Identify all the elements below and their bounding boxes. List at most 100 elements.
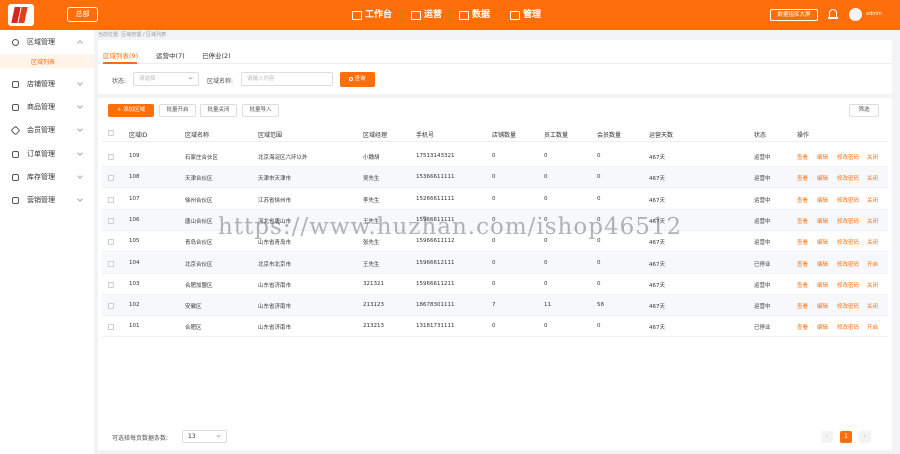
view-link[interactable]: 查看: [797, 281, 808, 289]
row-checkbox[interactable]: [108, 217, 114, 224]
edit-link[interactable]: 编辑: [817, 217, 828, 225]
change-password-link[interactable]: 修改密码: [837, 174, 859, 182]
cell-phone: 13181731111: [416, 323, 455, 330]
status-select[interactable]: 请选择: [133, 72, 199, 86]
chevron-down-icon: [77, 196, 83, 202]
toggle-status-link[interactable]: 关闭: [867, 238, 878, 246]
select-all-checkbox[interactable]: [108, 130, 114, 136]
toggle-status-link[interactable]: 关闭: [867, 217, 878, 225]
tab-all-regions[interactable]: 区域列表(9): [103, 50, 138, 60]
toggle-status-link[interactable]: 关闭: [867, 281, 878, 289]
cell-region-id: 104: [129, 259, 140, 266]
batch-close-button[interactable]: 批量关闭: [200, 104, 237, 117]
sidebar-item-marketing[interactable]: 营销管理: [0, 192, 94, 208]
chevron-down-icon: [77, 173, 83, 179]
change-password-link[interactable]: 修改密码: [837, 260, 859, 268]
col-staff-count[interactable]: 员工数量: [544, 130, 568, 139]
sidebar-item-goods[interactable]: 商品管理: [0, 99, 94, 115]
view-link[interactable]: 查看: [797, 302, 808, 310]
col-store-count[interactable]: 店铺数量: [492, 130, 516, 139]
row-checkbox[interactable]: [108, 260, 114, 267]
toggle-status-link[interactable]: 关闭: [867, 196, 878, 204]
edit-link[interactable]: 编辑: [817, 302, 828, 310]
change-password-link[interactable]: 修改密码: [837, 302, 859, 310]
filter-button[interactable]: 筛选: [849, 104, 879, 117]
row-checkbox[interactable]: [108, 303, 114, 310]
edit-link[interactable]: 编辑: [817, 153, 828, 161]
nav-data[interactable]: 数据: [459, 8, 490, 22]
toggle-status-link[interactable]: 关闭: [867, 153, 878, 161]
change-password-link[interactable]: 修改密码: [837, 323, 859, 331]
view-link[interactable]: 查看: [797, 260, 808, 268]
chevron-down-icon: [77, 80, 83, 86]
sidebar-item-store[interactable]: 店铺管理: [0, 76, 94, 92]
view-link[interactable]: 查看: [797, 153, 808, 161]
view-link[interactable]: 查看: [797, 217, 808, 225]
row-checkbox[interactable]: [108, 175, 114, 182]
col-operating-days[interactable]: 运营天数: [649, 130, 673, 139]
tab-closed[interactable]: 已停业(2): [202, 50, 231, 60]
cell-region-name: 安徽区: [185, 304, 202, 311]
change-password-link[interactable]: 修改密码: [837, 281, 859, 289]
batch-import-button[interactable]: 批量导入: [242, 104, 279, 117]
row-checkbox[interactable]: [108, 324, 114, 331]
toggle-status-link[interactable]: 关闭: [867, 174, 878, 182]
row-checkbox[interactable]: [108, 281, 114, 288]
edit-link[interactable]: 编辑: [817, 260, 828, 268]
view-link[interactable]: 查看: [797, 323, 808, 331]
sidebar-item-region[interactable]: 区域管理: [0, 34, 94, 50]
edit-link[interactable]: 编辑: [817, 281, 828, 289]
view-link[interactable]: 查看: [797, 196, 808, 204]
search-button[interactable]: 查询: [340, 72, 375, 87]
edit-link[interactable]: 编辑: [817, 196, 828, 204]
page-size-select[interactable]: 13: [182, 430, 227, 443]
col-region-id[interactable]: 区域ID: [129, 130, 147, 139]
nav-operations[interactable]: 运营: [411, 8, 442, 22]
page-1-button[interactable]: 1: [840, 431, 852, 443]
cell-store-count: 0: [492, 153, 496, 159]
row-checkbox[interactable]: [108, 154, 114, 160]
avatar[interactable]: [849, 8, 862, 21]
edit-link[interactable]: 编辑: [817, 174, 828, 182]
toggle-status-link[interactable]: 开启: [867, 323, 878, 331]
bell-icon[interactable]: [828, 9, 838, 20]
batch-open-button[interactable]: 批量开启: [159, 104, 196, 117]
chevron-down-icon: [216, 433, 221, 438]
data-screen-button[interactable]: 数据指挥大屏: [770, 9, 818, 21]
app-logo[interactable]: [8, 4, 34, 26]
sidebar-subitem-region-list[interactable]: 区域列表: [0, 54, 94, 68]
view-link[interactable]: 查看: [797, 238, 808, 246]
col-member-count[interactable]: 会员数量: [597, 130, 621, 139]
store-switch-button[interactable]: 总部: [67, 7, 98, 22]
cell-member-count: 0: [597, 259, 601, 266]
row-checkbox[interactable]: [108, 196, 114, 203]
nav-workbench[interactable]: 工作台: [352, 8, 392, 22]
change-password-link[interactable]: 修改密码: [837, 217, 859, 225]
col-region-scope: 区域范围: [258, 132, 283, 139]
view-link[interactable]: 查看: [797, 174, 808, 182]
cell-staff-count: 0: [544, 153, 548, 159]
username[interactable]: admin: [866, 11, 882, 17]
toggle-status-link[interactable]: 开启: [867, 260, 878, 268]
top-bar: 总部 工作台 运营 数据 管理 数据指挥大屏 admin: [0, 0, 900, 30]
add-region-button[interactable]: + 添加区域: [108, 104, 154, 117]
edit-link[interactable]: 编辑: [817, 238, 828, 246]
sidebar-item-member[interactable]: 会员管理: [0, 122, 94, 138]
change-password-link[interactable]: 修改密码: [837, 153, 859, 161]
region-name-input[interactable]: 请输入内容: [241, 72, 333, 86]
chevron-down-icon: [77, 150, 83, 156]
cell-status: 已停业: [754, 261, 771, 268]
sidebar-item-order[interactable]: 订单管理: [0, 146, 94, 162]
change-password-link[interactable]: 修改密码: [837, 196, 859, 204]
nav-management[interactable]: 管理: [510, 8, 541, 22]
edit-link[interactable]: 编辑: [817, 323, 828, 331]
next-page-button[interactable]: ›: [859, 431, 871, 443]
sidebar-item-inventory[interactable]: 库存管理: [0, 169, 94, 185]
toggle-status-link[interactable]: 关闭: [867, 302, 878, 310]
tab-operating[interactable]: 运营中(7): [156, 50, 185, 60]
search-icon: [349, 76, 354, 81]
prev-page-button[interactable]: ‹: [821, 431, 833, 443]
change-password-link[interactable]: 修改密码: [837, 238, 859, 246]
row-checkbox[interactable]: [108, 239, 114, 246]
store-icon: [12, 80, 19, 88]
